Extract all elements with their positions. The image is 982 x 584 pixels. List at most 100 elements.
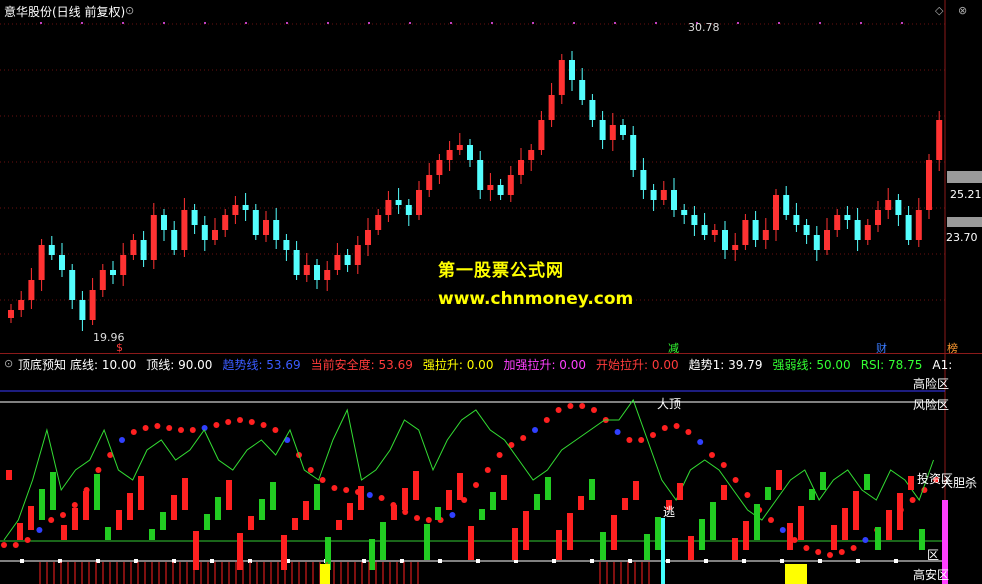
indicator-bar (820, 472, 826, 490)
candle-body (681, 210, 688, 215)
candle-body (48, 245, 55, 255)
candle-body (783, 195, 790, 215)
top-dot (286, 22, 288, 24)
trend-dot (378, 495, 385, 501)
top-dot (860, 22, 862, 24)
trend-dot (248, 419, 255, 425)
candle-body (844, 215, 851, 220)
bottom-dot (856, 559, 860, 563)
indicator-bar (831, 525, 837, 550)
indicator-param: RSI: 78.75 (860, 358, 923, 372)
trend-dot (484, 467, 491, 473)
close-icon[interactable]: ⊗ (958, 4, 967, 17)
top-dot (614, 22, 616, 24)
trend-dot (24, 537, 31, 543)
trend-dot (638, 437, 645, 443)
price-tag (947, 217, 982, 227)
indicator-bar (501, 475, 507, 500)
signal-top: 大顶 (657, 397, 682, 411)
indicator-param: 当前安全度: 53.69 (310, 358, 413, 372)
indicator-menu-icon[interactable]: ⊙ (4, 357, 13, 370)
indicator-bar (908, 476, 914, 490)
trend-dot (720, 462, 727, 468)
bottom-dot (438, 559, 442, 563)
top-dot (491, 22, 493, 24)
candle-body (293, 250, 300, 275)
trend-dot (591, 407, 597, 413)
candle-body (242, 205, 249, 210)
trend-dot (331, 485, 338, 491)
candle-body (69, 270, 76, 300)
dropdown-icon[interactable]: ⊙ (125, 4, 134, 17)
candle-body (130, 240, 137, 255)
indicator-bar (600, 532, 606, 560)
indicator-bar (886, 510, 892, 540)
trend-dot (189, 427, 196, 433)
candle-body (365, 230, 371, 245)
trend-dot (614, 429, 621, 435)
right-price-2: 23.70 (946, 231, 978, 244)
candle-body (762, 230, 769, 240)
indicator-bar (512, 528, 518, 560)
candle-body (120, 255, 127, 275)
candle-body (732, 245, 739, 250)
candle-body (191, 210, 198, 225)
candle-body (467, 145, 473, 160)
candle-body (507, 175, 514, 195)
candle-body (538, 120, 545, 150)
collapse-icon[interactable]: ◇ (935, 4, 943, 17)
indicator-bar (292, 518, 298, 530)
trend-dot (768, 517, 774, 523)
indicator-bar (490, 492, 496, 510)
indicator-bar (369, 539, 375, 570)
bottom-dot (628, 559, 632, 563)
candle-body (569, 60, 575, 80)
candle-body (354, 245, 361, 265)
high-price-label: 30.78 (688, 21, 720, 34)
candle-body (303, 265, 310, 275)
indicator-bar (402, 488, 408, 510)
candle-body (263, 220, 269, 235)
indicator-bar (622, 498, 628, 510)
candle-body (161, 215, 167, 230)
trend-dot (272, 427, 279, 433)
yellow-block (785, 564, 807, 584)
indicator-param: A1: (932, 358, 953, 372)
trend-dot (815, 549, 822, 555)
indicator-bar (391, 505, 397, 520)
trend-dot (307, 467, 314, 473)
candle-body (487, 185, 494, 190)
indicator-bar (556, 530, 562, 560)
top-dot (81, 22, 83, 24)
indicator-bar (226, 480, 232, 510)
candle-body (701, 225, 708, 235)
trend-dot (697, 439, 704, 445)
trend-dot (520, 435, 527, 441)
right-price-1: 25.21 (950, 188, 982, 201)
indicator-bar (798, 506, 804, 540)
candle-body (477, 160, 484, 190)
candle-body (222, 215, 229, 230)
indicator-bar (28, 506, 34, 530)
trend-dot (60, 512, 66, 518)
indicator-bar (358, 486, 364, 510)
indicator-bar (182, 478, 188, 510)
candle-body (599, 120, 606, 140)
trend-dot (661, 425, 668, 431)
trend-dot (343, 487, 350, 493)
candle-body (405, 205, 412, 215)
bottom-dot (894, 559, 898, 563)
trend-dot (36, 527, 43, 533)
indicator-bar (897, 493, 903, 530)
candle-body (558, 60, 565, 95)
candle-body (875, 210, 881, 225)
candle-body (334, 255, 341, 270)
bottom-dot (552, 559, 556, 563)
escape-spike (661, 518, 665, 584)
indicator-bar (644, 534, 650, 560)
trend-dot (685, 429, 692, 435)
top-dot (532, 22, 534, 24)
bottom-dot (704, 559, 708, 563)
indicator-bar (61, 525, 67, 540)
candle-body (59, 255, 65, 270)
